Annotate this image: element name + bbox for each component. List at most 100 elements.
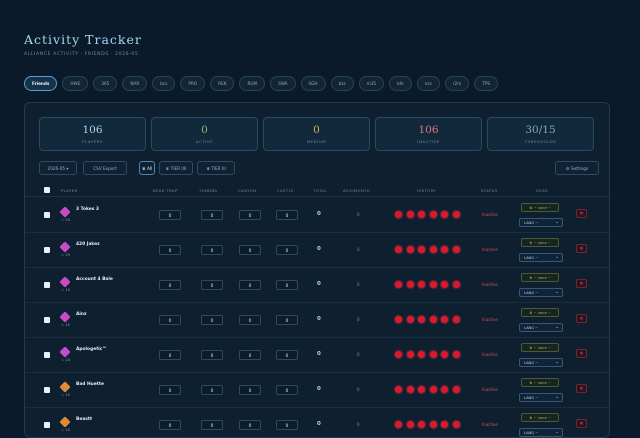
score-input[interactable]: 0 xyxy=(159,420,181,430)
score-input[interactable]: 0 xyxy=(276,315,298,325)
score-input[interactable]: 0 xyxy=(201,420,223,430)
gear-select[interactable]: ♛ ~ none ~ xyxy=(521,343,559,352)
player-name[interactable]: Beastt xyxy=(76,417,92,422)
filter-tier3-button[interactable]: ♛ TIER III xyxy=(197,161,235,175)
language-select[interactable]: LANG ~ ⌄ xyxy=(519,288,563,297)
row-checkbox[interactable] xyxy=(44,212,50,218)
score-input[interactable]: 0 xyxy=(201,385,223,395)
language-select[interactable]: LANG ~ ⌄ xyxy=(519,218,563,227)
history-dot xyxy=(452,351,460,358)
gear-select[interactable]: ♛ ~ none ~ xyxy=(521,273,559,282)
tab-bcs[interactable]: bcs xyxy=(152,76,176,91)
tab-rek[interactable]: REK xyxy=(210,76,235,91)
page-title: Activity Tracker xyxy=(24,32,142,47)
score-input[interactable]: 0 xyxy=(276,245,298,255)
avg-value: 0 xyxy=(357,422,360,427)
score-input[interactable]: 0 xyxy=(159,280,181,290)
delete-button[interactable]: ✕ xyxy=(576,349,587,358)
score-input[interactable]: 0 xyxy=(201,315,223,325)
settings-button[interactable]: ⚙ Settings xyxy=(555,161,599,175)
tab-r2m[interactable]: r2m xyxy=(444,76,470,91)
gear-select[interactable]: ♛ ~ none ~ xyxy=(521,238,559,247)
score-input[interactable]: 0 xyxy=(201,350,223,360)
score-input[interactable]: 0 xyxy=(201,245,223,255)
stat-card-active: 0 ACTIVE xyxy=(151,117,258,151)
score-input[interactable]: 0 xyxy=(159,210,181,220)
player-name[interactable]: Account 4 Bale xyxy=(76,277,113,282)
row-checkbox[interactable] xyxy=(44,422,50,428)
row-checkbox[interactable] xyxy=(44,317,50,323)
score-input[interactable]: 0 xyxy=(239,280,261,290)
score-input[interactable]: 0 xyxy=(239,315,261,325)
history-dot xyxy=(452,281,460,288)
score-input[interactable]: 0 xyxy=(201,280,223,290)
player-avatar-icon xyxy=(59,241,71,253)
player-name[interactable]: Ainz xyxy=(76,312,87,317)
avg-value: 0 xyxy=(357,352,360,357)
score-input[interactable]: 0 xyxy=(159,315,181,325)
filter-tier1-button[interactable]: ♛ TIER I/II xyxy=(159,161,193,175)
score-input[interactable]: 0 xyxy=(201,210,223,220)
row-checkbox[interactable] xyxy=(44,387,50,393)
score-input[interactable]: 0 xyxy=(276,420,298,430)
csv-export-button[interactable]: CSV Export xyxy=(83,161,127,175)
score-input[interactable]: 0 xyxy=(159,385,181,395)
tab-bfe[interactable]: bfe xyxy=(389,76,412,91)
player-name[interactable]: Apologetic™ xyxy=(76,347,107,352)
row-checkbox[interactable] xyxy=(44,282,50,288)
player-name[interactable]: Bad Huette xyxy=(76,382,104,387)
score-input[interactable]: 0 xyxy=(239,350,261,360)
tab-nar[interactable]: NAR xyxy=(122,76,148,91)
language-select[interactable]: LANG ~ ⌄ xyxy=(519,323,563,332)
tab-m35[interactable]: m35 xyxy=(358,76,385,91)
delete-button[interactable]: ✕ xyxy=(576,244,587,253)
history-dot xyxy=(406,281,414,288)
score-input[interactable]: 0 xyxy=(276,385,298,395)
score-input[interactable]: 0 xyxy=(276,210,298,220)
row-checkbox[interactable] xyxy=(44,247,50,253)
stat-value: 106 xyxy=(418,124,439,136)
language-select[interactable]: LANG ~ ⌄ xyxy=(519,358,563,367)
tab-pro[interactable]: PRO xyxy=(180,76,206,91)
row-checkbox[interactable] xyxy=(44,352,50,358)
score-input[interactable]: 0 xyxy=(276,280,298,290)
tab-rum[interactable]: RUM xyxy=(239,76,266,91)
delete-button[interactable]: ✕ xyxy=(576,384,587,393)
tab-hwe[interactable]: HWE xyxy=(62,76,89,91)
tab-nzs[interactable]: nzs xyxy=(416,76,440,91)
tab-365[interactable]: 365 xyxy=(93,76,118,91)
score-input[interactable]: 0 xyxy=(159,245,181,255)
select-all-checkbox[interactable] xyxy=(44,187,50,193)
language-select[interactable]: LANG ~ ⌄ xyxy=(519,393,563,402)
month-select[interactable]: 2026-05 ▾ xyxy=(39,161,77,175)
tab-tps[interactable]: TPS xyxy=(474,76,499,91)
tab-friends[interactable]: Friends xyxy=(24,76,58,91)
tab-bzz[interactable]: bzz xyxy=(330,76,354,91)
score-input[interactable]: 0 xyxy=(159,350,181,360)
filter-all-button[interactable]: ♛ All xyxy=(139,161,155,175)
score-input[interactable]: 0 xyxy=(239,420,261,430)
tab-sgh[interactable]: SGH xyxy=(300,76,326,91)
score-input[interactable]: 0 xyxy=(239,210,261,220)
col-avg: AVG/MONTH xyxy=(343,188,371,193)
score-input[interactable]: 0 xyxy=(239,385,261,395)
gear-select[interactable]: ♛ ~ none ~ xyxy=(521,378,559,387)
stat-label: ACTIVE xyxy=(195,139,214,144)
delete-button[interactable]: ✕ xyxy=(576,279,587,288)
player-name[interactable]: 3 Tokes 3 xyxy=(76,207,99,212)
gear-select[interactable]: ♛ ~ none ~ xyxy=(521,308,559,317)
gear-select[interactable]: ♛ ~ none ~ xyxy=(521,203,559,212)
tab-swa[interactable]: SWA xyxy=(270,76,296,91)
score-input[interactable]: 0 xyxy=(276,350,298,360)
delete-button[interactable]: ✕ xyxy=(576,209,587,218)
language-select[interactable]: LANG ~ ⌄ xyxy=(519,253,563,262)
language-select[interactable]: LANG ~ ⌄ xyxy=(519,428,563,437)
gear-select[interactable]: ♛ ~ none ~ xyxy=(521,413,559,422)
stat-label: THRESHOLDS xyxy=(524,139,557,144)
score-input[interactable]: 0 xyxy=(239,245,261,255)
player-name[interactable]: 420 Jakez xyxy=(76,242,100,247)
history-dot xyxy=(452,386,460,393)
delete-button[interactable]: ✕ xyxy=(576,314,587,323)
history-dot xyxy=(406,211,414,218)
delete-button[interactable]: ✕ xyxy=(576,419,587,428)
